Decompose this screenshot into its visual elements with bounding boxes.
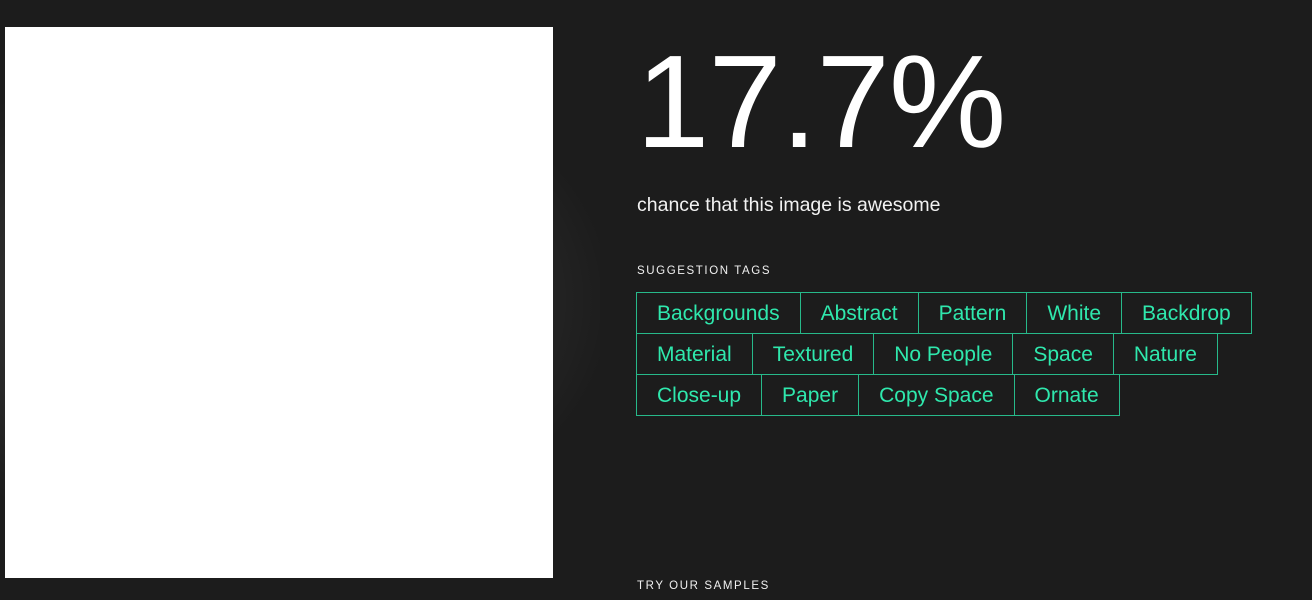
suggestion-tag-list: Backgrounds Abstract Pattern White Backd… xyxy=(636,292,1301,416)
suggestion-tags-label: SUGGESTION TAGS xyxy=(637,265,772,277)
tag-chip[interactable]: White xyxy=(1026,292,1123,334)
tag-chip[interactable]: No People xyxy=(873,333,1014,375)
tag-chip[interactable]: Paper xyxy=(761,374,860,416)
tag-chip[interactable]: Pattern xyxy=(917,292,1028,334)
tag-chip[interactable]: Space xyxy=(1012,333,1114,375)
tag-chip[interactable]: Close-up xyxy=(636,374,763,416)
tag-chip[interactable]: Textured xyxy=(751,333,875,375)
tag-chip[interactable]: Abstract xyxy=(799,292,919,334)
score-caption: chance that this image is awesome xyxy=(637,194,941,216)
tag-chip[interactable]: Backgrounds xyxy=(636,292,801,334)
tag-chip[interactable]: Backdrop xyxy=(1121,292,1252,334)
uploaded-image[interactable] xyxy=(5,27,553,578)
tag-chip[interactable]: Material xyxy=(636,333,753,375)
tag-chip[interactable]: Nature xyxy=(1112,333,1218,375)
image-preview-area[interactable] xyxy=(0,0,600,600)
awesomeness-score: 17.7% xyxy=(636,28,1006,175)
tag-chip[interactable]: Copy Space xyxy=(858,374,1015,416)
analysis-panel: 17.7% chance that this image is awesome … xyxy=(636,0,1312,600)
try-our-samples-label: TRY OUR SAMPLES xyxy=(637,580,770,592)
tag-chip[interactable]: Ornate xyxy=(1013,374,1120,416)
